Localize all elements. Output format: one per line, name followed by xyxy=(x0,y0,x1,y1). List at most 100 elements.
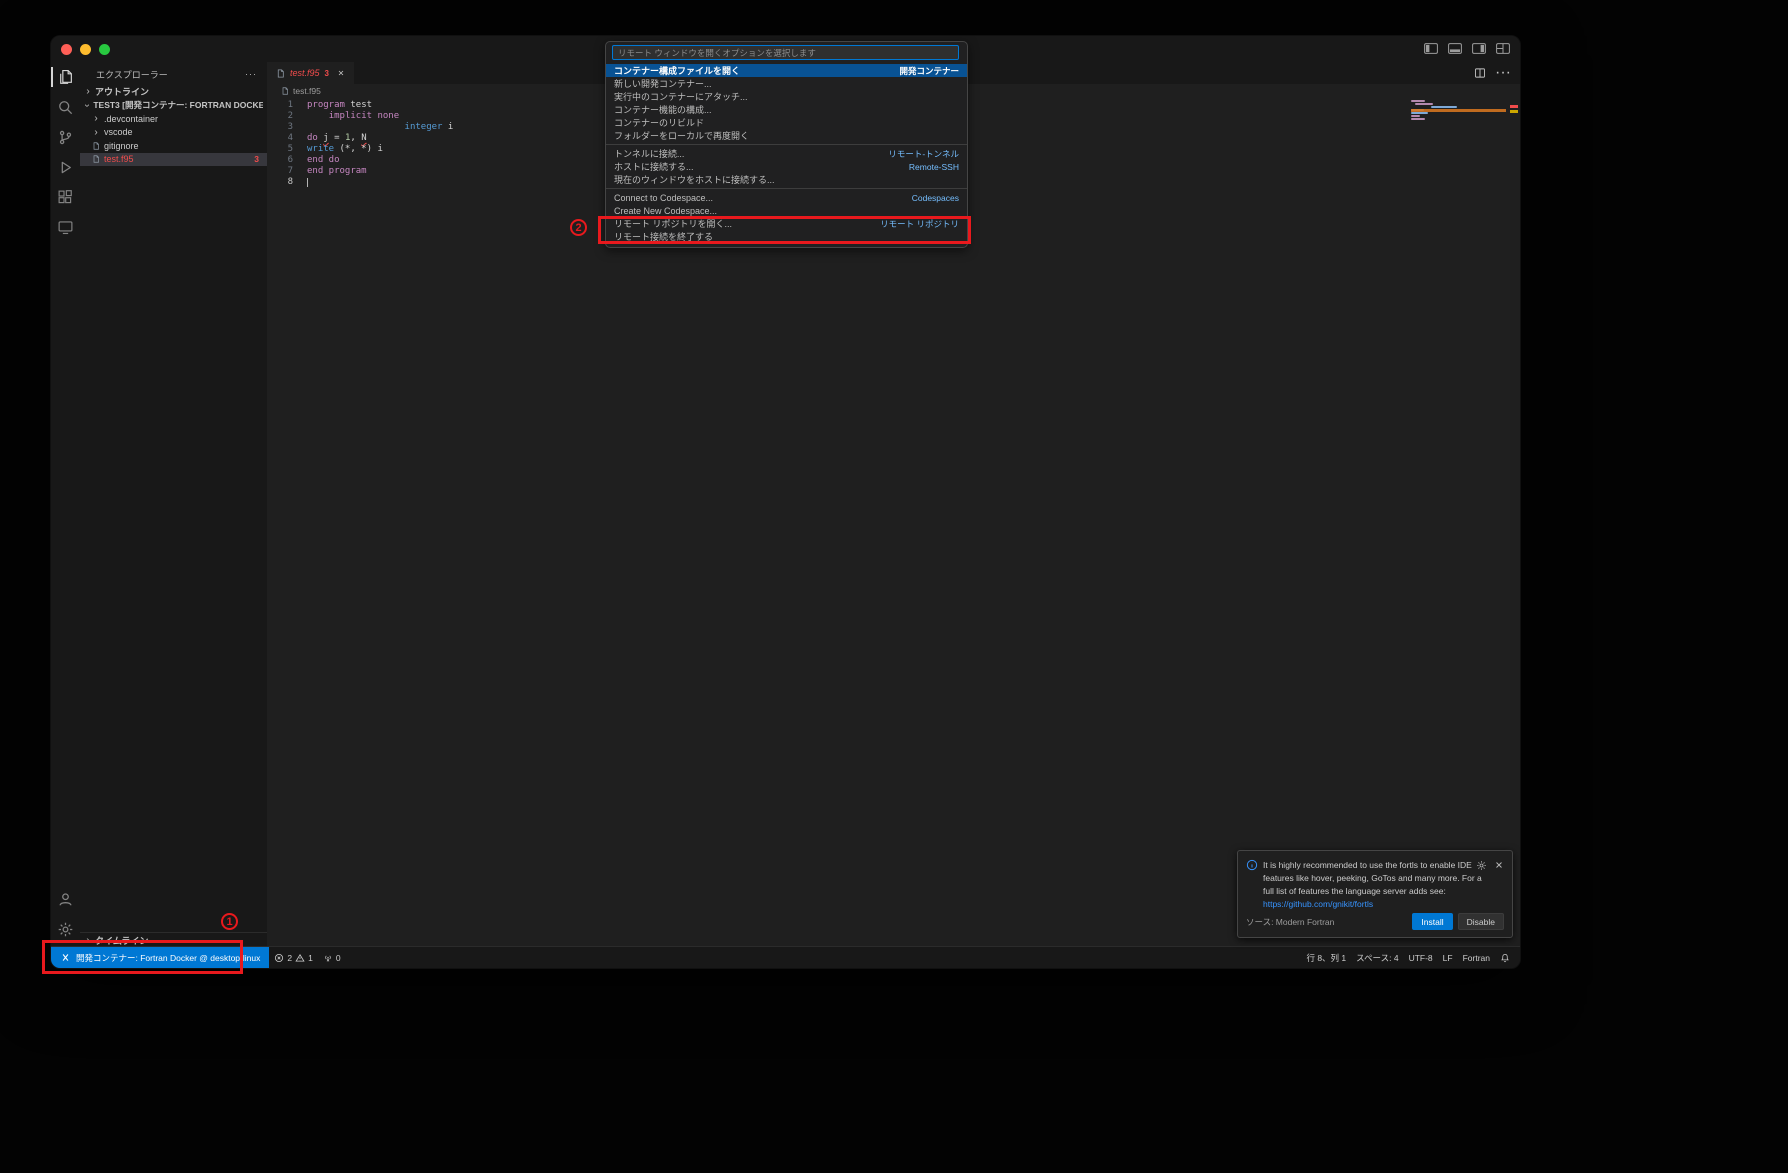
tree-item-devcontainer[interactable]: › .devcontainer xyxy=(80,112,267,126)
language-mode[interactable]: Fortran xyxy=(1458,953,1495,963)
zoom-window-button[interactable] xyxy=(99,44,110,55)
problems-indicator[interactable]: 2 1 xyxy=(269,953,317,963)
more-actions-icon[interactable]: ··· xyxy=(245,69,257,79)
cursor-position[interactable]: 行 8、列 1 xyxy=(1301,952,1351,964)
section-outline[interactable]: › アウトライン xyxy=(80,84,267,98)
quick-pick-item[interactable]: リモート接続を終了する xyxy=(606,230,967,243)
status-bar-right: 行 8、列 1 スペース: 4 UTF-8 LF Fortran xyxy=(1301,952,1520,964)
toast-message: It is highly recommended to use the fort… xyxy=(1263,859,1482,911)
quick-pick-item[interactable]: リモート リポジトリを開く... リモート リポジトリ xyxy=(606,217,967,230)
activity-bar-bottom xyxy=(51,884,80,944)
remote-icon xyxy=(60,952,71,963)
line-number: 8 xyxy=(287,177,293,187)
tree-item-gitignore[interactable]: gitignore xyxy=(80,139,267,153)
gear-icon[interactable] xyxy=(1476,860,1487,871)
code-token: (*, *) i xyxy=(334,144,383,154)
status-bar: 開発コンテナー: Fortran Docker @ desktop-linux … xyxy=(51,946,1520,968)
quick-pick-item[interactable]: コンテナーのリビルド xyxy=(606,116,967,129)
quick-pick-item[interactable]: Connect to Codespace... Codespaces xyxy=(606,191,967,204)
tab-test-f95[interactable]: test.f95 3 xyxy=(267,62,354,84)
file-icon xyxy=(276,68,285,79)
error-icon xyxy=(274,953,284,963)
code-token: write xyxy=(307,144,335,154)
account-icon[interactable] xyxy=(51,884,80,914)
code-token: , xyxy=(350,133,362,143)
code-token: N xyxy=(361,133,367,143)
sidebar-header: エクスプローラー ··· xyxy=(80,62,267,84)
ports-indicator[interactable]: 0 xyxy=(318,953,346,963)
tree-item-test-f95[interactable]: test.f95 3 xyxy=(80,152,267,166)
quick-pick-item[interactable]: フォルダーをローカルで再度開く xyxy=(606,129,967,142)
quick-pick-item[interactable]: トンネルに接続... リモート-トンネル xyxy=(606,147,967,160)
toggle-secondary-sidebar-icon[interactable] xyxy=(1472,43,1486,54)
file-icon xyxy=(92,154,100,164)
line-number: 1 xyxy=(287,100,293,110)
minimap-line xyxy=(1415,103,1433,105)
code-token: implicit none xyxy=(328,111,400,121)
quick-pick-input[interactable] xyxy=(612,45,959,60)
split-editor-icon[interactable] xyxy=(1474,67,1486,79)
section-workspace[interactable]: › TEST3 [開発コンテナー: FORTRAN DOCKER @ DES..… xyxy=(80,98,267,112)
chevron-right-icon: › xyxy=(86,934,90,946)
search-icon[interactable] xyxy=(51,92,80,122)
breadcrumb-file: test.f95 xyxy=(293,86,321,96)
minimap-line xyxy=(1411,112,1428,114)
quick-pick-item-label: リモート接続を終了する xyxy=(614,232,714,242)
error-count: 2 xyxy=(287,952,293,963)
install-button[interactable]: Install xyxy=(1412,913,1453,930)
tree-item-vscode[interactable]: › vscode xyxy=(80,126,267,140)
quick-pick-item-label: コンテナー機能の構成... xyxy=(614,105,712,115)
indentation[interactable]: スペース: 4 xyxy=(1351,952,1403,964)
tree-item-label: test.f95 xyxy=(104,154,134,165)
close-window-button[interactable] xyxy=(61,44,72,55)
file-tree: › .devcontainer › vscode gitignore test.f95 3 xyxy=(80,112,267,166)
line-number: 4 xyxy=(287,133,293,143)
notifications-bell-icon[interactable] xyxy=(1495,953,1515,963)
code-token: i xyxy=(442,122,454,132)
minimize-window-button[interactable] xyxy=(80,44,91,55)
minimap[interactable] xyxy=(1411,100,1506,140)
extensions-icon[interactable] xyxy=(51,182,80,212)
line-number: 2 xyxy=(287,111,293,121)
line-number: 5 xyxy=(287,144,293,154)
disable-button[interactable]: Disable xyxy=(1457,913,1504,930)
quick-pick-item-detail: 開発コンテナー xyxy=(899,65,959,76)
overview-error-mark xyxy=(1510,105,1518,108)
eol-indicator[interactable]: LF xyxy=(1438,953,1458,963)
quick-pick-separator xyxy=(606,144,967,145)
toast-link[interactable]: https://github.com/gnikit/fortls xyxy=(1263,899,1373,909)
quick-pick-item[interactable]: 実行中のコンテナーにアタッチ... xyxy=(606,90,967,103)
radio-tower-icon xyxy=(323,953,333,963)
toggle-primary-sidebar-icon[interactable] xyxy=(1424,43,1438,54)
run-debug-icon[interactable] xyxy=(51,152,80,182)
quick-pick-list: コンテナー構成ファイルを開く 開発コンテナー新しい開発コンテナー... 実行中のコン… xyxy=(606,64,967,243)
more-actions-icon[interactable]: ··· xyxy=(1495,64,1511,82)
explorer-icon[interactable] xyxy=(51,62,80,92)
remote-explorer-icon[interactable] xyxy=(51,212,80,242)
settings-gear-icon[interactable] xyxy=(51,914,80,944)
quick-pick-item[interactable]: ホストに接続する... Remote-SSH xyxy=(606,160,967,173)
customize-layout-icon[interactable] xyxy=(1496,43,1510,54)
section-timeline[interactable]: › タイムライン xyxy=(80,932,267,947)
source-control-icon[interactable] xyxy=(51,122,80,152)
layout-controls xyxy=(1424,43,1510,54)
explorer-sidebar: エクスプローラー ··· › アウトライン › TEST3 [開発コンテナー: … xyxy=(80,62,268,947)
line-number: 3 xyxy=(287,122,293,132)
code-token: end program xyxy=(307,166,367,176)
toast-message-text: It is highly recommended to use the fort… xyxy=(1263,860,1482,896)
remote-indicator[interactable]: 開発コンテナー: Fortran Docker @ desktop-linux xyxy=(51,947,270,968)
toggle-panel-icon[interactable] xyxy=(1448,43,1462,54)
close-icon[interactable] xyxy=(1494,860,1504,871)
code-token: do xyxy=(307,133,318,143)
line-number: 6 xyxy=(287,155,293,165)
encoding[interactable]: UTF-8 xyxy=(1404,953,1438,963)
close-tab-icon[interactable] xyxy=(337,69,345,77)
quick-pick-item[interactable]: Create New Codespace... xyxy=(606,204,967,217)
quick-pick-item[interactable]: コンテナー機能の構成... xyxy=(606,103,967,116)
quick-pick-item[interactable]: コンテナー構成ファイルを開く 開発コンテナー xyxy=(606,64,967,77)
quick-pick-item-label: ホストに接続する... xyxy=(614,162,694,172)
quick-pick-item-label: 新しい開発コンテナー... xyxy=(614,79,712,89)
quick-pick-item[interactable]: 新しい開発コンテナー... xyxy=(606,77,967,90)
toast-footer: ソース: Modern Fortran Install Disable xyxy=(1246,913,1504,930)
quick-pick-item[interactable]: 現在のウィンドウをホストに接続する... xyxy=(606,173,967,186)
